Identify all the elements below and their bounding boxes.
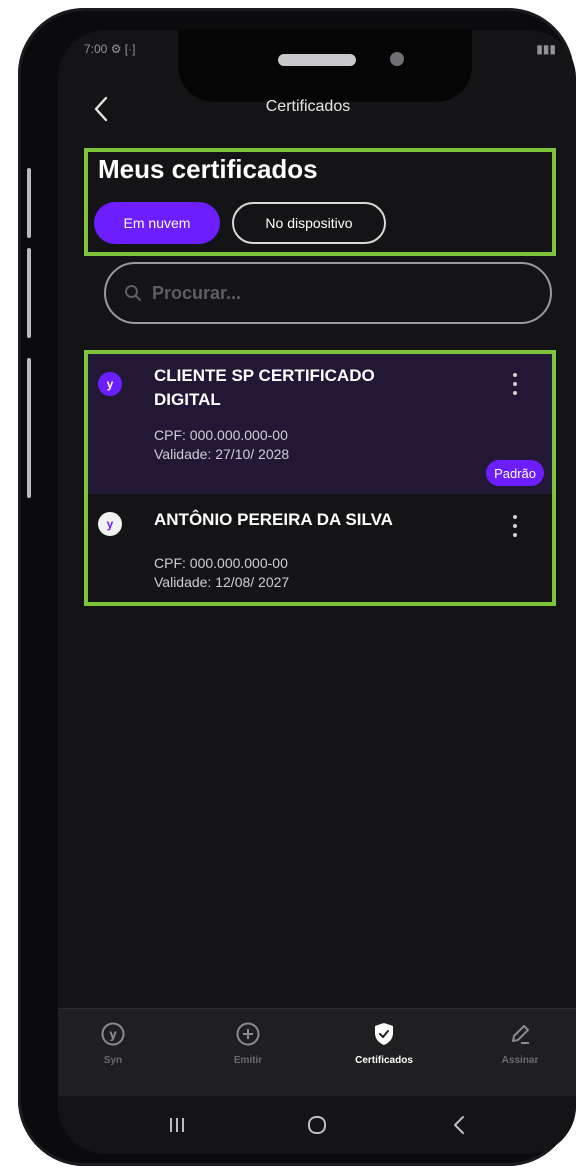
certificate-logo-icon: y [98,512,122,536]
nav-item-assinar[interactable]: Assinar [470,1019,570,1066]
camera [390,52,404,66]
notch [178,30,472,102]
certificate-name: CLIENTE SP CERTIFICADO DIGITAL [154,366,375,409]
certificate-cpf: CPF: 000.000.000-00 [154,427,288,443]
bottom-navigation: y Syn Emitir Certificados Assinar [58,1008,576,1096]
app-screen: 7:00 ⚙ [·] ▮▮▮ Certificados Meus certifi… [58,30,576,1154]
certificate-item[interactable]: y ANTÔNIO PEREIRA DA SILVA CPF: 000.000.… [88,494,552,602]
nav-item-emitir[interactable]: Emitir [198,1019,298,1066]
search-icon [125,285,141,301]
system-back-icon[interactable] [444,1110,474,1140]
certificate-validity: Validade: 27/10/ 2028 [154,446,290,462]
recent-apps-icon[interactable] [162,1110,192,1140]
page-title: Certificados [265,98,351,115]
status-bar-left: 7:00 ⚙ [·] [84,42,136,56]
certificate-validity: Validade: 12/08/ 2027 [154,574,290,590]
status-bar-right: ▮▮▮ [536,42,556,56]
nav-item-certificados[interactable]: Certificados [334,1019,434,1066]
shield-check-icon [369,1019,399,1049]
syn-logo-icon: y [98,1019,128,1049]
tab-cloud[interactable]: Em nuvem [94,202,220,244]
svg-text:y: y [109,1028,117,1042]
power-button [27,358,31,498]
phone-frame: 7:00 ⚙ [·] ▮▮▮ Certificados Meus certifi… [18,8,576,1166]
volume-button [27,168,31,238]
more-options-icon[interactable] [508,512,522,540]
certificate-item[interactable]: y CLIENTE SP CERTIFICADO DIGITAL CPF: 00… [88,354,552,494]
certificate-meta: CPF: 000.000.000-00 Validade: 12/08/ 202… [154,554,289,592]
plus-circle-icon [233,1019,263,1049]
default-badge: Padrão [486,460,544,486]
pen-icon [505,1019,535,1049]
certificate-logo-icon: y [98,372,122,396]
nav-label: Syn [103,1055,123,1066]
certificate-cpf: CPF: 000.000.000-00 [154,555,288,571]
nav-item-syn[interactable]: y Syn [63,1019,163,1066]
more-options-icon[interactable] [508,370,522,398]
search-placeholder: Procurar... [152,282,242,303]
system-navigation-bar [58,1096,576,1154]
certificate-meta: CPF: 000.000.000-00 Validade: 27/10/ 202… [154,426,289,464]
speaker [278,54,356,66]
tab-device[interactable]: No dispositivo [232,202,386,244]
section-title: Meus certificados [98,154,318,184]
volume-button [27,248,31,338]
nav-label: Emitir [233,1055,263,1066]
nav-label: Assinar [501,1055,539,1066]
certificate-name: ANTÔNIO PEREIRA DA SILVA [154,510,393,529]
home-icon[interactable] [302,1110,332,1140]
search-input[interactable]: Procurar... [104,262,552,324]
nav-label: Certificados [355,1055,413,1066]
